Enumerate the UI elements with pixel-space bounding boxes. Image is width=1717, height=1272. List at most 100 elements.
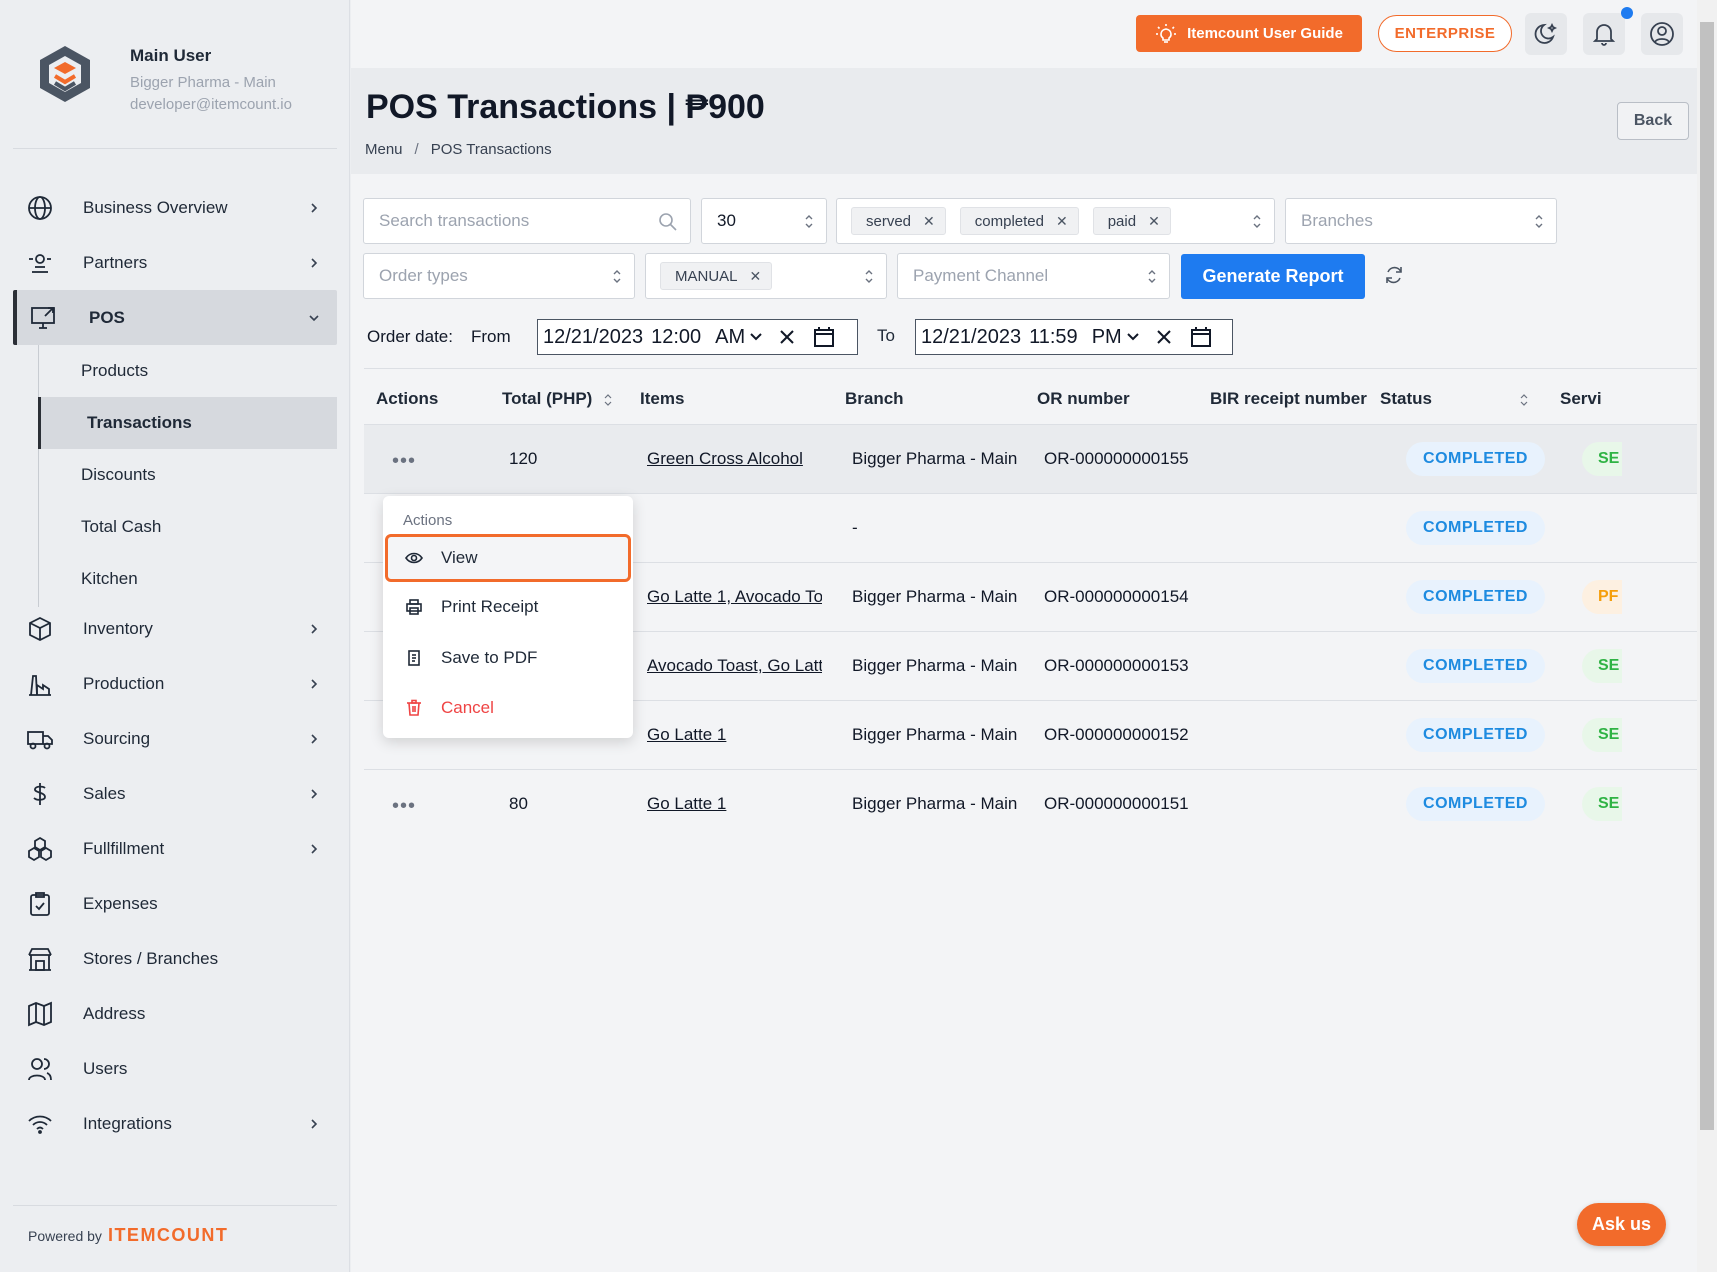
sidebar-subitem-total-cash[interactable]: Total Cash (38, 501, 337, 553)
menu-item-print-receipt[interactable]: Print Receipt (385, 583, 631, 631)
page-size-select[interactable]: 30 (701, 198, 827, 244)
status-badge: COMPLETED (1406, 718, 1545, 752)
sidebar-item-expenses[interactable]: Expenses (13, 876, 337, 931)
user-guide-button[interactable]: Itemcount User Guide (1136, 15, 1362, 52)
service-badge: SE (1582, 442, 1622, 476)
cell-items-link[interactable]: Go Latte 1 (647, 725, 822, 745)
tag-label: MANUAL (675, 267, 738, 285)
cell-or-number: OR-000000000151 (1044, 794, 1189, 813)
sidebar-item-label: Business Overview (83, 197, 228, 217)
row-actions-button[interactable]: ••• (392, 450, 416, 473)
sidebar-item-pos[interactable]: POS (13, 290, 337, 345)
clear-icon[interactable] (1156, 329, 1172, 345)
header-service: Servi (1560, 389, 1602, 408)
calendar-icon[interactable] (813, 326, 835, 348)
boxes-icon (26, 835, 54, 863)
sidebar-item-sales[interactable]: Sales (13, 766, 337, 821)
remove-tag-icon[interactable]: ✕ (1056, 213, 1068, 230)
remove-tag-icon[interactable]: ✕ (923, 213, 935, 230)
header-total[interactable]: Total (PHP) (502, 389, 612, 409)
clear-icon[interactable] (779, 329, 795, 345)
cell-or-number: OR-000000000155 (1044, 449, 1189, 468)
cell-branch: Bigger Pharma - Main (852, 449, 1018, 468)
menu-title: Actions (403, 512, 453, 529)
enterprise-button[interactable]: ENTERPRISE (1378, 15, 1512, 52)
chevron-right-icon (311, 788, 318, 799)
sidebar-item-inventory[interactable]: Inventory (13, 601, 337, 656)
remove-tag-icon[interactable]: ✕ (1148, 213, 1160, 230)
sidebar-item-fullfillment[interactable]: Fullfillment (13, 821, 337, 876)
source-tag-manual: MANUAL ✕ (660, 262, 773, 290)
sidebar-subitem-products[interactable]: Products (38, 345, 337, 397)
search-input[interactable]: Search transactions (363, 198, 691, 244)
chevron-down-icon (309, 314, 319, 321)
notification-dot (1621, 7, 1633, 19)
back-button[interactable]: Back (1617, 102, 1689, 140)
refresh-icon[interactable] (1383, 264, 1405, 286)
header-status-label: Status (1380, 389, 1432, 408)
user-circle-icon (1650, 22, 1674, 46)
header-status[interactable]: Status (1380, 389, 1528, 409)
dark-mode-toggle[interactable] (1525, 13, 1567, 55)
to-date-value: 12/21/2023 (921, 325, 1022, 348)
chevron-down-icon[interactable] (1126, 330, 1140, 344)
cell-items-link[interactable]: Green Cross Alcohol (647, 449, 837, 469)
chevron-right-icon (311, 257, 318, 268)
search-icon (659, 213, 677, 231)
wifi-icon (26, 1110, 54, 1138)
cell-items-link[interactable]: Go Latte 1 (647, 794, 822, 814)
from-date-value: 12/21/2023 (543, 325, 644, 348)
branches-placeholder: Branches (1301, 211, 1373, 230)
sidebar-item-label: Users (83, 1058, 128, 1078)
sidebar-subitem-discounts[interactable]: Discounts (38, 449, 337, 501)
trash-icon (407, 699, 421, 716)
sidebar-item-stores-branches[interactable]: Stores / Branches (13, 931, 337, 986)
cell-total: 80 (509, 794, 528, 813)
order-types-select[interactable]: Order types (363, 253, 635, 299)
scrollbar-thumb[interactable] (1700, 22, 1714, 1130)
ask-us-button[interactable]: Ask us (1577, 1203, 1666, 1246)
cell-items-link[interactable]: Avocado Toast, Go Latte (647, 656, 822, 676)
sort-icon[interactable] (604, 393, 612, 407)
menu-item-save-pdf[interactable]: Save to PDF (385, 634, 631, 682)
sidebar-item-business-overview[interactable]: Business Overview (13, 180, 337, 235)
calendar-icon[interactable] (1190, 326, 1212, 348)
remove-tag-icon[interactable]: ✕ (750, 268, 762, 285)
source-multiselect[interactable]: MANUAL ✕ (645, 253, 887, 299)
user-email: developer@itemcount.io (130, 96, 292, 113)
status-multiselect[interactable]: served ✕ completed ✕ paid ✕ (836, 198, 1275, 244)
sidebar-item-sourcing[interactable]: Sourcing (13, 711, 337, 766)
notifications-button[interactable] (1583, 13, 1625, 55)
sidebar-item-production[interactable]: Production (13, 656, 337, 711)
menu-item-view[interactable]: View (385, 534, 631, 582)
table-header: Actions Total (PHP) Items Branch OR numb… (364, 368, 1697, 425)
row-actions-button[interactable]: ••• (392, 795, 416, 818)
sidebar-item-users[interactable]: Users (13, 1041, 337, 1096)
row-actions-menu: Actions View Print Receipt Save to PDF C… (383, 496, 633, 738)
service-badge: SE (1582, 787, 1622, 821)
sidebar-item-integrations[interactable]: Integrations (13, 1096, 337, 1151)
sidebar-subitem-transactions[interactable]: Transactions (38, 397, 337, 449)
breadcrumb-menu[interactable]: Menu (365, 141, 403, 158)
payment-channel-select[interactable]: Payment Channel (897, 253, 1170, 299)
cell-branch: Bigger Pharma - Main (852, 725, 1018, 744)
chevron-right-icon (311, 678, 318, 689)
sidebar-item-label: Partners (83, 252, 148, 272)
sidebar-item-partners[interactable]: Partners (13, 235, 337, 290)
sort-icon[interactable] (1520, 393, 1528, 407)
user-org: Bigger Pharma - Main (130, 74, 276, 91)
sidebar-item-address[interactable]: Address (13, 986, 337, 1041)
chevron-down-icon[interactable] (749, 330, 763, 344)
sidebar-divider (13, 1205, 337, 1206)
chevron-right-icon (311, 623, 318, 634)
sidebar-subitem-kitchen[interactable]: Kitchen (38, 553, 337, 605)
profile-button[interactable] (1641, 13, 1683, 55)
sidebar-subitem-label: Kitchen (81, 569, 138, 588)
to-date-input[interactable]: 12/21/2023 11:59 PM (915, 319, 1233, 355)
status-tag-served: served ✕ (851, 207, 946, 235)
generate-report-button[interactable]: Generate Report (1181, 254, 1365, 299)
cell-items-link[interactable]: Go Latte 1, Avocado Toast (647, 587, 822, 607)
branches-select[interactable]: Branches (1285, 198, 1557, 244)
from-date-input[interactable]: 12/21/2023 12:00 AM (537, 319, 858, 355)
menu-item-cancel[interactable]: Cancel (385, 684, 631, 732)
